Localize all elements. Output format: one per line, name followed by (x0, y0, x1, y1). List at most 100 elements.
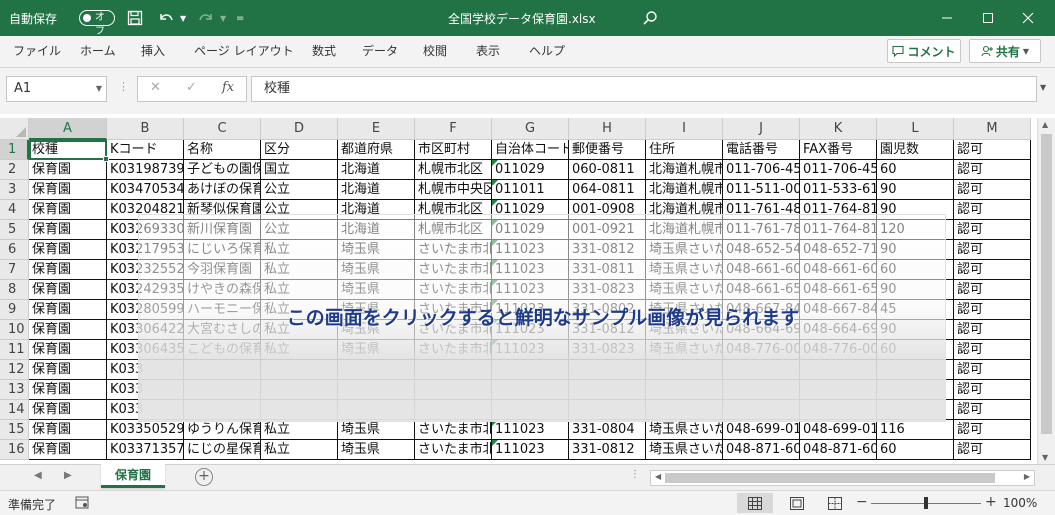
cell-m2[interactable]: 認可 (954, 160, 1031, 180)
row-header[interactable]: 2 (0, 160, 29, 180)
page-layout-view-icon[interactable] (785, 493, 809, 513)
tab-page-layout[interactable]: ページ レイアウト (194, 36, 294, 68)
formula-input[interactable]: 校種 (251, 76, 1037, 102)
cell-k3[interactable]: 011-533-6100 (800, 180, 877, 200)
cell-c16[interactable]: にじの星保育園 (184, 440, 261, 460)
row-header[interactable]: 10 (0, 320, 29, 340)
cell-e16[interactable]: 埼玉県 (338, 440, 415, 460)
horizontal-scroll-thumb[interactable] (665, 473, 995, 483)
vertical-scrollbar[interactable]: ▲ ▼ (1037, 118, 1055, 464)
cell-g16[interactable]: 111023 (492, 440, 569, 460)
cell-k16[interactable]: 048-871-6000 (800, 440, 877, 460)
column-header-b[interactable]: B (107, 118, 184, 140)
cell-j3[interactable]: 011-511-0000 (723, 180, 800, 200)
column-header-c[interactable]: C (184, 118, 261, 140)
cell-l2[interactable]: 60 (877, 160, 954, 180)
row-header[interactable]: 1 (0, 140, 29, 160)
cell-b15[interactable]: K03350529 (107, 420, 184, 440)
cell-b16[interactable]: K03371357 (107, 440, 184, 460)
cell-c15[interactable]: ゆうりん保育園 (184, 420, 261, 440)
cell-m5[interactable]: 認可 (954, 220, 1031, 240)
cell-a14[interactable]: 保育園 (29, 400, 107, 420)
cell-l1[interactable]: 園児数 (877, 140, 954, 160)
cell-l15[interactable]: 116 (877, 420, 954, 440)
enter-icon[interactable]: ✓ (186, 80, 197, 95)
cell-m3[interactable]: 認可 (954, 180, 1031, 200)
redo-icon[interactable] (197, 0, 215, 36)
tab-help[interactable]: ヘルプ (529, 36, 565, 68)
cell-m7[interactable]: 認可 (954, 260, 1031, 280)
name-box[interactable]: A1 ▼ (6, 76, 107, 102)
cell-i1[interactable]: 住所 (646, 140, 723, 160)
row-header[interactable]: 4 (0, 200, 29, 220)
column-header-j[interactable]: J (723, 118, 800, 140)
cell-f3[interactable]: 札幌市中央区 (415, 180, 492, 200)
close-icon[interactable] (1018, 0, 1038, 36)
redo-dropdown-icon[interactable]: ▼ (220, 0, 226, 36)
cell-a5[interactable]: 保育園 (29, 220, 107, 240)
column-header-g[interactable]: G (492, 118, 569, 140)
cell-d3[interactable]: 公立 (261, 180, 338, 200)
cell-j2[interactable]: 011-706-4567 (723, 160, 800, 180)
autosave-toggle[interactable]: オフ (79, 10, 115, 37)
cell-h1[interactable]: 郵便番号 (569, 140, 646, 160)
cell-a16[interactable]: 保育園 (29, 440, 107, 460)
tab-formulas[interactable]: 数式 (312, 36, 336, 68)
row-header[interactable]: 7 (0, 260, 29, 280)
sample-overlay[interactable]: この画面をクリックすると鮮明なサンプル画像が見られます (138, 214, 946, 422)
cell-m15[interactable]: 認可 (954, 420, 1031, 440)
add-sheet-icon[interactable]: + (195, 468, 213, 486)
share-dropdown-icon[interactable]: ▼ (1023, 47, 1029, 56)
normal-view-icon[interactable] (737, 493, 773, 513)
row-header[interactable]: 3 (0, 180, 29, 200)
row-header[interactable]: 15 (0, 420, 29, 440)
cell-h2[interactable]: 060-0811 (569, 160, 646, 180)
cell-m16[interactable]: 認可 (954, 440, 1031, 460)
row-header[interactable]: 16 (0, 440, 29, 460)
cell-i15[interactable]: 埼玉県さいたま市 (646, 420, 723, 440)
maximize-icon[interactable] (978, 0, 998, 36)
column-header-l[interactable]: L (877, 118, 954, 140)
cell-i2[interactable]: 北海道札幌市 (646, 160, 723, 180)
cell-m11[interactable]: 認可 (954, 340, 1031, 360)
row-header[interactable]: 13 (0, 380, 29, 400)
cell-m4[interactable]: 認可 (954, 200, 1031, 220)
row-header[interactable]: 11 (0, 340, 29, 360)
cell-a1[interactable]: 校種 (29, 140, 107, 160)
cell-f2[interactable]: 札幌市北区 (415, 160, 492, 180)
cell-l3[interactable]: 90 (877, 180, 954, 200)
cell-c2[interactable]: 子どもの園保育園 (184, 160, 261, 180)
cell-a12[interactable]: 保育園 (29, 360, 107, 380)
cell-j1[interactable]: 電話番号 (723, 140, 800, 160)
name-box-dropdown-icon[interactable]: ▼ (96, 77, 102, 101)
tab-view[interactable]: 表示 (476, 36, 500, 68)
cell-d1[interactable]: 区分 (261, 140, 338, 160)
expand-formula-bar-icon[interactable]: ▼ (1040, 83, 1046, 92)
cell-f1[interactable]: 市区町村 (415, 140, 492, 160)
zoom-slider-thumb[interactable] (924, 497, 928, 509)
column-header-e[interactable]: E (338, 118, 415, 140)
scroll-left-icon[interactable]: ◀ (655, 472, 661, 481)
row-header[interactable]: 8 (0, 280, 29, 300)
insert-function-icon[interactable]: fx (222, 80, 234, 95)
scroll-down-icon[interactable]: ▼ (1042, 453, 1048, 462)
column-header-d[interactable]: D (261, 118, 338, 140)
tab-data[interactable]: データ (362, 36, 398, 68)
row-header[interactable]: 5 (0, 220, 29, 240)
column-header-f[interactable]: F (415, 118, 492, 140)
horizontal-scrollbar[interactable]: ◀ ▶ (650, 470, 1035, 486)
cell-a4[interactable]: 保育園 (29, 200, 107, 220)
cell-m8[interactable]: 認可 (954, 280, 1031, 300)
scroll-up-icon[interactable]: ▲ (1042, 120, 1048, 129)
cell-j15[interactable]: 048-699-0100 (723, 420, 800, 440)
cell-b1[interactable]: Kコード (107, 140, 184, 160)
cell-g1[interactable]: 自治体コード (492, 140, 569, 160)
cell-d15[interactable]: 私立 (261, 420, 338, 440)
cell-a10[interactable]: 保育園 (29, 320, 107, 340)
row-header[interactable]: 9 (0, 300, 29, 320)
row-header[interactable]: 14 (0, 400, 29, 420)
cell-m12[interactable]: 認可 (954, 360, 1031, 380)
cell-e3[interactable]: 北海道 (338, 180, 415, 200)
search-icon[interactable] (642, 0, 658, 36)
cell-f15[interactable]: さいたま市北区 (415, 420, 492, 440)
